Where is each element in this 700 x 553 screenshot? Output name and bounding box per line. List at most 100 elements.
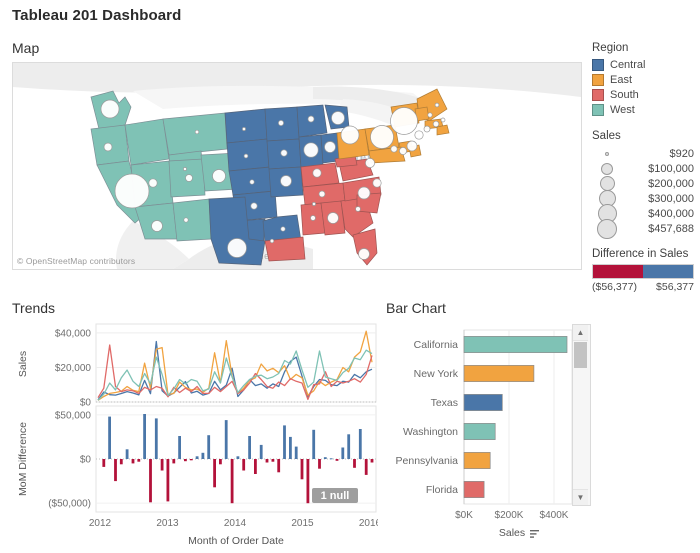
mom-bar[interactable] — [266, 459, 269, 463]
bar-segment[interactable] — [464, 336, 567, 352]
mom-bar[interactable] — [324, 457, 327, 459]
scroll-down-icon[interactable]: ▼ — [573, 489, 588, 505]
mom-bar[interactable] — [225, 420, 228, 459]
mom-bar[interactable] — [365, 459, 368, 475]
difference-gradient-bar[interactable] — [592, 264, 694, 279]
mom-bar[interactable] — [114, 459, 117, 481]
mom-bar[interactable] — [213, 459, 216, 487]
sales-legend-item: $200,000 — [592, 176, 696, 191]
bar-category-label[interactable]: New York — [414, 368, 459, 380]
trends-x-tick: 2012 — [89, 518, 112, 529]
mom-axis-title: MoM Difference — [17, 422, 29, 496]
mom-bar[interactable] — [359, 429, 362, 459]
mom-bar[interactable] — [137, 459, 140, 462]
bar-chart[interactable]: $0K$200K$400KCaliforniaNew YorkTexasWash… — [386, 322, 596, 550]
scrollbar-thumb[interactable] — [574, 342, 587, 368]
mom-bar[interactable] — [161, 459, 164, 471]
mom-bar[interactable] — [219, 459, 222, 464]
mom-bar[interactable] — [196, 456, 199, 459]
mom-bar[interactable] — [202, 453, 205, 459]
mom-bar[interactable] — [272, 459, 275, 462]
mom-bar[interactable] — [167, 459, 170, 501]
bar-category-label[interactable]: Pennsylvania — [396, 455, 459, 467]
difference-positive-half — [643, 265, 693, 278]
mom-bar[interactable] — [132, 459, 135, 463]
mom-bar[interactable] — [184, 459, 187, 461]
region-legend-item-east[interactable]: East — [592, 73, 696, 87]
region-legend-item-central[interactable]: Central — [592, 58, 696, 72]
mom-bar[interactable] — [336, 459, 339, 461]
mom-axis-tick: ($50,000) — [48, 499, 91, 510]
bar-segment[interactable] — [464, 423, 495, 439]
map-canvas[interactable]: United States Mexico — [12, 62, 582, 270]
mom-bar[interactable] — [312, 430, 315, 459]
mom-bar[interactable] — [126, 449, 129, 459]
region-legend-item-west[interactable]: West — [592, 103, 696, 117]
bar-segment[interactable] — [464, 365, 534, 381]
map-attribution: © OpenStreetMap contributors — [17, 256, 135, 266]
bar-chart-title: Bar Chart — [386, 300, 446, 316]
bar-segment[interactable] — [464, 394, 502, 410]
mom-bar[interactable] — [353, 459, 356, 468]
scroll-up-icon[interactable]: ▲ — [573, 325, 588, 341]
bar-x-tick: $0K — [455, 510, 473, 521]
sales-bubble — [592, 176, 622, 191]
mom-bar[interactable] — [330, 458, 333, 459]
region-swatch-central — [592, 59, 604, 71]
trends-worksheet: Trends $0$20,000$40,000Sales($50,000)$0$… — [12, 300, 380, 550]
bar-segment[interactable] — [464, 452, 490, 468]
bar-x-tick: $200K — [495, 510, 524, 521]
mom-bar[interactable] — [190, 459, 193, 460]
bar-category-label[interactable]: California — [414, 339, 459, 351]
mom-bar[interactable] — [242, 459, 245, 471]
mom-bar[interactable] — [283, 425, 286, 459]
mom-bar[interactable] — [207, 435, 210, 459]
trends-chart[interactable]: $0$20,000$40,000Sales($50,000)$0$50,000M… — [12, 322, 378, 550]
trends-canvas[interactable]: $0$20,000$40,000Sales($50,000)$0$50,000M… — [12, 322, 378, 497]
mom-bar[interactable] — [318, 459, 321, 469]
bar-category-label[interactable]: Texas — [431, 397, 458, 409]
mom-bar[interactable] — [289, 437, 292, 459]
mom-bar[interactable] — [341, 448, 344, 460]
region-legend-item-south[interactable]: South — [592, 88, 696, 102]
mom-bar[interactable] — [260, 445, 263, 459]
sort-descending-icon[interactable] — [530, 530, 539, 538]
mom-bar[interactable] — [347, 434, 350, 459]
mom-bar[interactable] — [371, 459, 374, 463]
bar-category-label[interactable]: Florida — [426, 484, 458, 496]
region-legend-label: Central — [610, 59, 645, 71]
mom-bar[interactable] — [120, 459, 123, 464]
mom-bar[interactable] — [155, 418, 158, 459]
mom-bar[interactable] — [108, 417, 111, 459]
bar-chart-scrollbar[interactable]: ▲ ▼ — [572, 324, 591, 506]
sales-axis-tick: $20,000 — [55, 363, 92, 374]
mom-bar[interactable] — [254, 459, 257, 474]
mom-bar[interactable] — [231, 459, 234, 503]
sort-bar — [530, 533, 537, 534]
mom-bar[interactable] — [248, 436, 251, 459]
mom-bar[interactable] — [295, 447, 298, 459]
bar-chart-canvas[interactable]: $0K$200K$400KCaliforniaNew YorkTexasWash… — [386, 322, 596, 527]
trends-x-tick: 2016 — [359, 518, 378, 529]
sales-legend-value: $100,000 — [622, 163, 694, 175]
region-legend-label: East — [610, 74, 632, 86]
bar-category-label[interactable]: Washington — [403, 426, 458, 438]
difference-max-label: $56,377 — [656, 281, 694, 293]
mom-bar[interactable] — [149, 459, 152, 502]
bar-segment[interactable] — [464, 481, 484, 497]
region-swatch-west — [592, 104, 604, 116]
dashboard-root: Tableau 201 Dashboard Map — [0, 0, 700, 553]
sales-bubble — [592, 152, 622, 156]
mom-bar[interactable] — [277, 459, 280, 472]
mom-bar[interactable] — [307, 459, 310, 503]
sales-axis-title: Sales — [17, 351, 29, 377]
mom-bar[interactable] — [102, 459, 105, 467]
difference-negative-half — [593, 265, 643, 278]
us-choropleth-map[interactable]: United States Mexico — [13, 63, 581, 269]
mom-bar[interactable] — [301, 459, 304, 479]
region-legend-label: West — [610, 104, 635, 116]
mom-bar[interactable] — [143, 414, 146, 459]
mom-bar[interactable] — [237, 456, 240, 459]
mom-bar[interactable] — [172, 459, 175, 463]
mom-bar[interactable] — [178, 436, 181, 459]
